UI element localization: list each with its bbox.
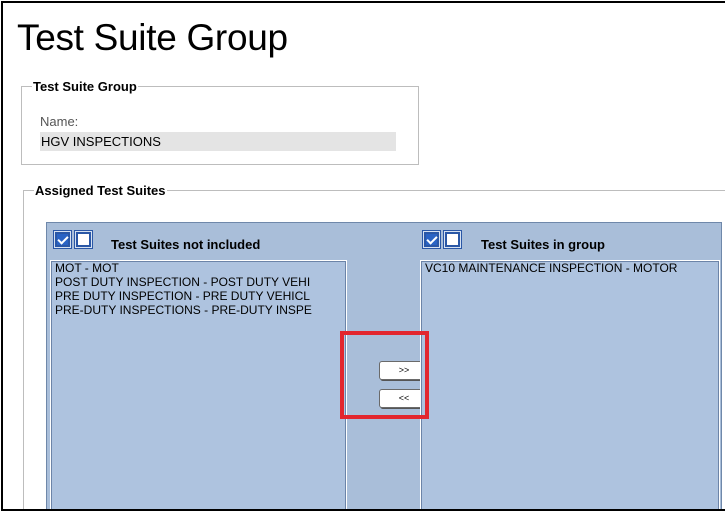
in-group-select-all-checkbox[interactable] (422, 230, 441, 249)
not-included-listbox[interactable]: MOT - MOT POST DUTY INSPECTION - POST DU… (50, 260, 347, 509)
test-suite-group-legend: Test Suite Group (33, 79, 137, 94)
checkbox-empty-icon (445, 232, 460, 247)
in-group-select-none-checkbox[interactable] (443, 230, 462, 249)
name-label: Name: (40, 114, 79, 129)
window-frame: Test Suite Group Test Suite Group Name: … (1, 1, 725, 511)
in-group-header: Test Suites in group (481, 237, 605, 252)
not-included-header: Test Suites not included (111, 237, 261, 252)
in-group-listbox[interactable]: VC10 MAINTENANCE INSPECTION - MOTOR (420, 260, 720, 509)
name-field[interactable]: HGV INSPECTIONS (40, 132, 396, 151)
list-item[interactable]: PRE DUTY INSPECTION - PRE DUTY VEHICL (51, 289, 346, 303)
test-suite-group-fieldset: Test Suite Group Name: HGV INSPECTIONS (21, 79, 419, 165)
list-item[interactable]: POST DUTY INSPECTION - POST DUTY VEHI (51, 275, 346, 289)
page-title: Test Suite Group (17, 17, 288, 58)
checkbox-checked-icon (55, 232, 70, 247)
checkbox-empty-icon (76, 232, 91, 247)
list-item[interactable]: PRE-DUTY INSPECTIONS - PRE-DUTY INSPE (51, 303, 346, 317)
list-item[interactable]: MOT - MOT (51, 261, 346, 275)
checkbox-checked-icon (424, 232, 439, 247)
not-included-select-none-checkbox[interactable] (74, 230, 93, 249)
highlight-box (340, 331, 429, 419)
assigned-test-suites-legend: Assigned Test Suites (35, 183, 166, 198)
list-item[interactable]: VC10 MAINTENANCE INSPECTION - MOTOR (421, 261, 719, 275)
not-included-select-all-checkbox[interactable] (53, 230, 72, 249)
